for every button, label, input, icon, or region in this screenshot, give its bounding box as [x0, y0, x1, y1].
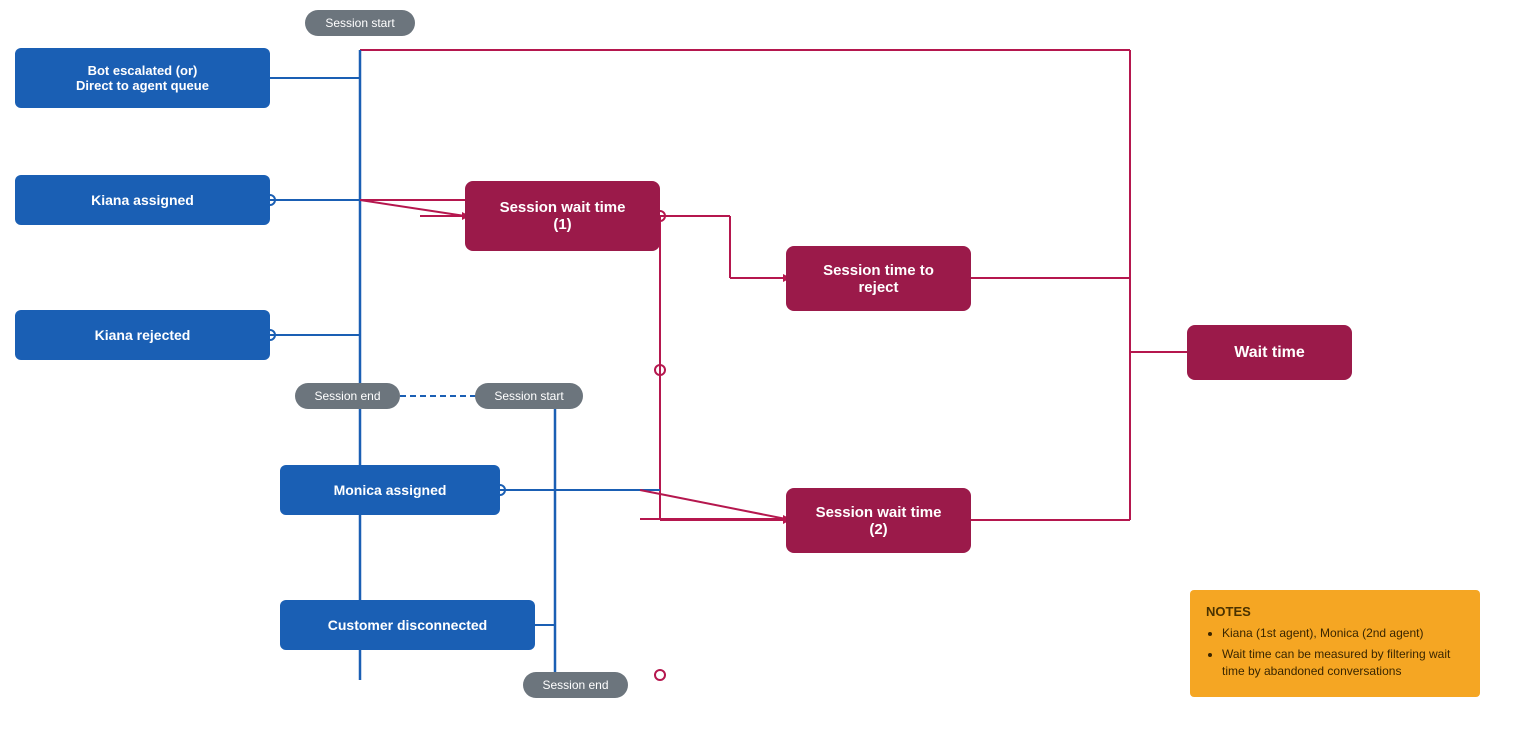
session-end-left-pill: Session end — [295, 383, 400, 409]
notes-item-1: Kiana (1st agent), Monica (2nd agent) — [1222, 625, 1464, 642]
session-end-bottom-pill: Session end — [523, 672, 628, 698]
session-start-top-pill: Session start — [305, 10, 415, 36]
kiana-rejected-box: Kiana rejected — [15, 310, 270, 360]
notes-item-2: Wait time can be measured by filtering w… — [1222, 646, 1464, 680]
bot-escalated-box: Bot escalated (or)Direct to agent queue — [15, 48, 270, 108]
customer-disconnected-box: Customer disconnected — [280, 600, 535, 650]
notes-list: Kiana (1st agent), Monica (2nd agent) Wa… — [1206, 625, 1464, 679]
kiana-assigned-box: Kiana assigned — [15, 175, 270, 225]
session-time-to-reject-box: Session time toreject — [786, 246, 971, 311]
wait-time-box: Wait time — [1187, 325, 1352, 380]
diagram-container: Bot escalated (or)Direct to agent queue … — [0, 0, 1536, 738]
session-wait-time-1-box: Session wait time(1) — [465, 181, 660, 251]
session-start-bottom-pill: Session start — [475, 383, 583, 409]
notes-box: NOTES Kiana (1st agent), Monica (2nd age… — [1190, 590, 1480, 697]
monica-assigned-box: Monica assigned — [280, 465, 500, 515]
session-wait-time-2-box: Session wait time(2) — [786, 488, 971, 553]
notes-title: NOTES — [1206, 604, 1464, 619]
